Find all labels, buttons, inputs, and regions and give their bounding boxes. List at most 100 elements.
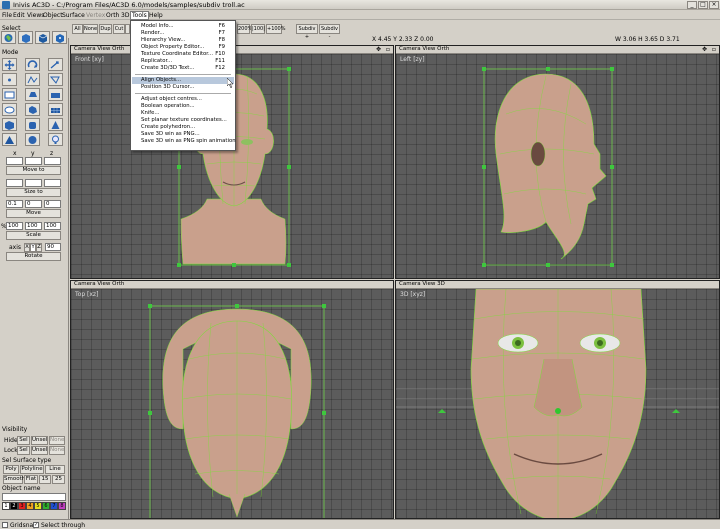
hide-unselected-button[interactable]: Unsel: [31, 436, 48, 445]
mesh-tool-icon[interactable]: [48, 103, 63, 116]
rectangle-tool-icon[interactable]: [2, 88, 17, 101]
select-vertex-icon[interactable]: [52, 31, 67, 44]
size-x-field[interactable]: [6, 179, 23, 187]
lock-none-button[interactable]: None: [49, 446, 65, 455]
maximize-button[interactable]: □: [698, 1, 708, 9]
disc-tool-icon[interactable]: [25, 103, 40, 116]
palette-color-1[interactable]: 1: [2, 502, 10, 510]
select-group-icon[interactable]: [1, 31, 16, 44]
surface-25-button[interactable]: 25: [52, 475, 65, 484]
size-y-field[interactable]: [25, 179, 42, 187]
cone-tool-icon[interactable]: [48, 118, 63, 131]
move-delta-z-field[interactable]: 0: [44, 200, 61, 208]
scale-y-field[interactable]: 100: [25, 222, 42, 230]
select-surface-icon[interactable]: [35, 31, 50, 44]
menu-help[interactable]: Help: [149, 12, 163, 19]
viewport-left-maximize-icon[interactable]: ▫: [712, 46, 716, 53]
palette-color-7[interactable]: 7: [50, 502, 58, 510]
palette-color-8[interactable]: 8: [58, 502, 66, 510]
line-mode-icon[interactable]: [25, 73, 40, 86]
object-name-field[interactable]: [2, 493, 66, 501]
zoom-plus-button[interactable]: +100%: [266, 24, 285, 34]
select-none-button[interactable]: None: [83, 24, 98, 34]
size-to-button[interactable]: Size to: [6, 188, 61, 197]
viewport-left-move-icon[interactable]: ✥: [702, 46, 707, 53]
menu-item-render[interactable]: Render...: [141, 30, 164, 36]
zoom-100-button[interactable]: |100|: [251, 24, 265, 34]
viewport-front-move-icon[interactable]: ✥: [376, 46, 381, 53]
viewport-front-maximize-icon[interactable]: ▫: [386, 46, 390, 53]
menu-file[interactable]: File: [2, 12, 12, 19]
size-z-field[interactable]: [44, 179, 61, 187]
move-x-field[interactable]: [6, 157, 23, 165]
menu-edit[interactable]: Edit: [13, 12, 25, 19]
viewport-3d[interactable]: Camera View 3D 3D [xyz]: [395, 280, 720, 519]
sphere-tool-icon[interactable]: [25, 133, 40, 146]
menu-vertex[interactable]: Vertex: [86, 12, 105, 19]
rotate-axis-z[interactable]: Z: [36, 243, 42, 252]
lock-selected-button[interactable]: Sel: [17, 446, 30, 455]
hide-selected-button[interactable]: Sel: [17, 436, 30, 445]
minimize-button[interactable]: _: [687, 1, 697, 9]
surface-15-button[interactable]: 15: [39, 475, 51, 484]
pyramid-tool-icon[interactable]: [2, 133, 17, 146]
select-all-button[interactable]: All: [72, 24, 83, 34]
viewport-top[interactable]: Camera View Orth Top [xz]: [70, 280, 394, 519]
palette-color-4[interactable]: 4: [26, 502, 34, 510]
rotate-button[interactable]: Rotate: [6, 252, 61, 261]
menu-surface[interactable]: Surface: [62, 12, 85, 19]
surface-flat-button[interactable]: Flat: [24, 475, 38, 484]
menu-item-create-polyhedron[interactable]: Create polyhedron...: [141, 124, 195, 130]
palette-color-2[interactable]: 2: [10, 502, 18, 510]
box-tool-icon[interactable]: [48, 88, 63, 101]
menu-item-boolean-operation[interactable]: Boolean operation...: [141, 103, 195, 109]
cylinder-tool-icon[interactable]: [25, 118, 40, 131]
cube-tool-icon[interactable]: [2, 118, 17, 131]
close-button[interactable]: ×: [709, 1, 719, 9]
rotate-angle-field[interactable]: 90: [45, 243, 61, 251]
ellipse-tool-icon[interactable]: [2, 103, 17, 116]
menu-item-adjust-object-centres[interactable]: Adjust object centres...: [141, 96, 202, 102]
menu-item-position-3d-cursor[interactable]: Position 3D Cursor...: [141, 84, 194, 90]
lock-unselected-button[interactable]: Unsel: [31, 446, 48, 455]
scale-mode-icon[interactable]: [48, 58, 63, 71]
select-through-checkbox[interactable]: ✓: [33, 522, 39, 528]
cut-button[interactable]: Cut: [113, 24, 125, 34]
move-to-button[interactable]: Move to: [6, 166, 61, 175]
vertex-mode-icon[interactable]: [2, 73, 17, 86]
surface-poly-button[interactable]: Poly: [3, 465, 19, 474]
light-tool-icon[interactable]: [48, 133, 63, 146]
move-delta-x-field[interactable]: 0.1: [6, 200, 23, 208]
palette-color-3[interactable]: 3: [18, 502, 26, 510]
select-object-icon[interactable]: [18, 31, 33, 44]
gridsnap-checkbox[interactable]: [2, 522, 8, 528]
subdiv-plus-button[interactable]: Subdiv +: [296, 24, 318, 40]
rotate-mode-icon[interactable]: [25, 58, 40, 71]
menu-item-object-property-editor[interactable]: Object Property Editor...: [141, 44, 204, 50]
menu-views[interactable]: Views: [27, 12, 44, 19]
surface-line-button[interactable]: Line: [45, 465, 65, 474]
move-y-field[interactable]: [25, 157, 42, 165]
menu-item-save-png[interactable]: Save 3D win as PNG...: [141, 131, 200, 137]
scale-button[interactable]: Scale: [6, 231, 61, 240]
move-delta-y-field[interactable]: 0: [25, 200, 42, 208]
surface-smooth-button[interactable]: Smooth: [3, 475, 25, 484]
polygon-tool-icon[interactable]: [25, 88, 40, 101]
menu-item-hierarchy-view[interactable]: Hierarchy View...: [141, 37, 185, 43]
menu-item-set-planar-texture[interactable]: Set planar texture coordinates...: [141, 117, 227, 123]
scale-z-field[interactable]: 100: [44, 222, 61, 230]
menu-item-save-png-spin[interactable]: Save 3D win as PNG spin animation: [141, 138, 236, 144]
menu-item-texture-coordinate-editor[interactable]: Texture Coordinate Editor...: [141, 51, 213, 57]
palette-color-5[interactable]: 5: [34, 502, 42, 510]
menu-item-replicator[interactable]: Replicator...: [141, 58, 172, 64]
move-mode-icon[interactable]: [2, 58, 17, 71]
menu-orth[interactable]: Orth: [106, 12, 119, 19]
subdiv-minus-button[interactable]: Subdiv -: [319, 24, 340, 40]
menu-item-model-info[interactable]: Model Info...: [141, 23, 174, 29]
surface-polyline-button[interactable]: Polyline: [20, 465, 44, 474]
viewport-left[interactable]: Camera View Orth ✥ ▫ Left [zy]: [395, 45, 720, 279]
palette-color-6[interactable]: 6: [42, 502, 50, 510]
polyline-mode-icon[interactable]: [48, 73, 63, 86]
move-z-field[interactable]: [44, 157, 61, 165]
zoom-200-button[interactable]: 200%: [237, 24, 252, 34]
